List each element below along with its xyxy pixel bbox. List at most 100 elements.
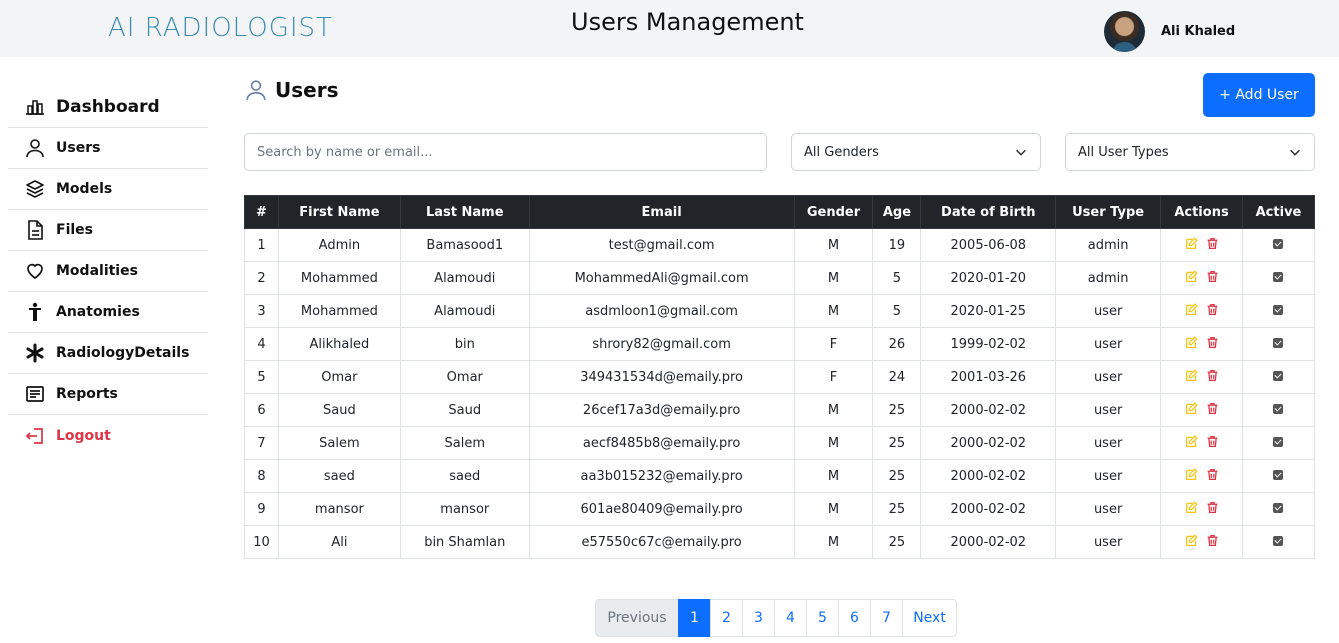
pagination-page-4[interactable]: 4	[774, 599, 807, 637]
table-row[interactable]: 6 Saud Saud 26cef17a3d@emaily.pro M 25 2000-02…	[244, 393, 1316, 427]
sidebar-item-modalities[interactable]: Modalities	[8, 251, 208, 292]
sidebar-item-radiologydetails[interactable]: RadiologyDetails	[8, 333, 208, 374]
delete-icon[interactable]	[1206, 303, 1219, 316]
sidebar-item-models[interactable]: Models	[8, 169, 208, 210]
active-cell	[1241, 525, 1316, 559]
sidebar-item-users[interactable]: Users	[8, 128, 208, 169]
active-checkbox[interactable]	[1273, 337, 1284, 348]
table-cell: Saud	[277, 393, 401, 427]
delete-icon[interactable]	[1206, 402, 1219, 415]
delete-icon[interactable]	[1206, 336, 1219, 349]
user-type-filter-select[interactable]: All User Types	[1065, 133, 1315, 171]
table-cell: Alikhaled	[277, 327, 401, 361]
edit-icon[interactable]	[1185, 401, 1198, 415]
chevron-down-icon	[1016, 149, 1026, 156]
sidebar-item-reports[interactable]: Reports	[8, 374, 208, 415]
edit-icon[interactable]	[1185, 302, 1198, 316]
logout-icon	[24, 425, 46, 447]
edit-icon[interactable]	[1185, 236, 1198, 250]
active-checkbox[interactable]	[1273, 271, 1284, 282]
pagination-page-3[interactable]: 3	[742, 599, 775, 637]
active-checkbox[interactable]	[1273, 535, 1284, 546]
table-cell: 26	[872, 327, 922, 361]
delete-icon[interactable]	[1206, 237, 1219, 250]
table-row[interactable]: 7 Salem Salem aecf8485b8@emaily.pro M 25 2000-…	[244, 426, 1316, 460]
file-icon	[24, 219, 46, 241]
pagination-page-6[interactable]: 6	[838, 599, 871, 637]
add-user-button[interactable]: + Add User	[1203, 73, 1315, 117]
sidebar-item-dashboard[interactable]: Dashboard	[8, 86, 208, 128]
active-checkbox[interactable]	[1273, 370, 1284, 381]
table-row[interactable]: 4 Alikhaled bin shrory82@gmail.com F 26 1999-0…	[244, 327, 1316, 361]
pagination-page-7[interactable]: 7	[870, 599, 903, 637]
avatar[interactable]	[1104, 11, 1145, 52]
active-checkbox[interactable]	[1273, 436, 1284, 447]
table-cell: user	[1055, 360, 1162, 394]
edit-icon[interactable]	[1185, 500, 1198, 514]
table-cell: M	[793, 426, 874, 460]
table-cell: 25	[872, 525, 922, 559]
pagination-previous[interactable]: Previous	[595, 599, 679, 637]
table-cell: 5	[244, 360, 279, 394]
search-input[interactable]	[244, 133, 767, 171]
actions-cell	[1160, 492, 1243, 526]
table-cell: user	[1055, 426, 1162, 460]
table-row[interactable]: 10 Ali bin Shamlan e57550c67c@emaily.pro M 25…	[244, 525, 1316, 559]
active-checkbox[interactable]	[1273, 238, 1284, 249]
column-header: Gender	[793, 195, 874, 229]
table-cell: 349431534d@emaily.pro	[528, 360, 795, 394]
pagination-next[interactable]: Next	[902, 599, 957, 637]
delete-icon[interactable]	[1206, 468, 1219, 481]
table-cell: 1999-02-02	[920, 327, 1057, 361]
edit-icon[interactable]	[1185, 335, 1198, 349]
pagination: Previous 1 2 3 4 5 6 7 Next	[595, 599, 957, 637]
delete-icon[interactable]	[1206, 369, 1219, 382]
sidebar-item-logout[interactable]: Logout	[8, 415, 208, 456]
table-cell: 25	[872, 393, 922, 427]
table-row[interactable]: 3 Mohammed Alamoudi asdmloon1@gmail.com M 5 20…	[244, 294, 1316, 328]
table-row[interactable]: 9 mansor mansor 601ae80409@emaily.pro M 25 200…	[244, 492, 1316, 526]
column-header: Email	[528, 195, 795, 229]
active-cell	[1241, 327, 1316, 361]
table-row[interactable]: 5 Omar Omar 349431534d@emaily.pro F 24 2001-03…	[244, 360, 1316, 394]
report-icon	[24, 383, 46, 405]
active-cell	[1241, 228, 1316, 262]
gender-filter-value: All Genders	[804, 144, 879, 160]
pagination-page-1[interactable]: 1	[678, 599, 711, 637]
edit-icon[interactable]	[1185, 434, 1198, 448]
active-checkbox[interactable]	[1273, 304, 1284, 315]
sidebar-item-label: Dashboard	[56, 96, 160, 117]
delete-icon[interactable]	[1206, 435, 1219, 448]
table-cell: test@gmail.com	[528, 228, 795, 262]
edit-icon[interactable]	[1185, 368, 1198, 382]
sidebar-item-label: Logout	[56, 427, 111, 444]
table-row[interactable]: 8 saed saed aa3b015232@emaily.pro M 25 2000-02…	[244, 459, 1316, 493]
active-checkbox[interactable]	[1273, 469, 1284, 480]
gender-filter-select[interactable]: All Genders	[791, 133, 1041, 171]
pagination-page-2[interactable]: 2	[710, 599, 743, 637]
actions-cell	[1160, 426, 1243, 460]
active-cell	[1241, 294, 1316, 328]
table-cell: 26cef17a3d@emaily.pro	[528, 393, 795, 427]
table-cell: 2020-01-25	[920, 294, 1057, 328]
sidebar-item-label: Users	[56, 140, 101, 156]
dashboard-icon	[24, 96, 46, 118]
delete-icon[interactable]	[1206, 534, 1219, 547]
table-cell: 6	[244, 393, 279, 427]
user-profile[interactable]: Ali Khaled	[1104, 11, 1235, 52]
sidebar-item-files[interactable]: Files	[8, 210, 208, 251]
active-checkbox[interactable]	[1273, 403, 1284, 414]
row-actions	[1185, 500, 1219, 514]
delete-icon[interactable]	[1206, 501, 1219, 514]
actions-cell	[1160, 228, 1243, 262]
edit-icon[interactable]	[1185, 269, 1198, 283]
sidebar-item-anatomies[interactable]: Anatomies	[8, 292, 208, 333]
table-cell: Ali	[277, 525, 401, 559]
table-row[interactable]: 1 Admin Bamasood1 test@gmail.com M 19 2005-06-…	[244, 228, 1316, 262]
active-checkbox[interactable]	[1273, 502, 1284, 513]
edit-icon[interactable]	[1185, 467, 1198, 481]
edit-icon[interactable]	[1185, 533, 1198, 547]
delete-icon[interactable]	[1206, 270, 1219, 283]
pagination-page-5[interactable]: 5	[806, 599, 839, 637]
table-row[interactable]: 2 Mohammed Alamoudi MohammedAli@gmail.com M 5…	[244, 261, 1316, 295]
